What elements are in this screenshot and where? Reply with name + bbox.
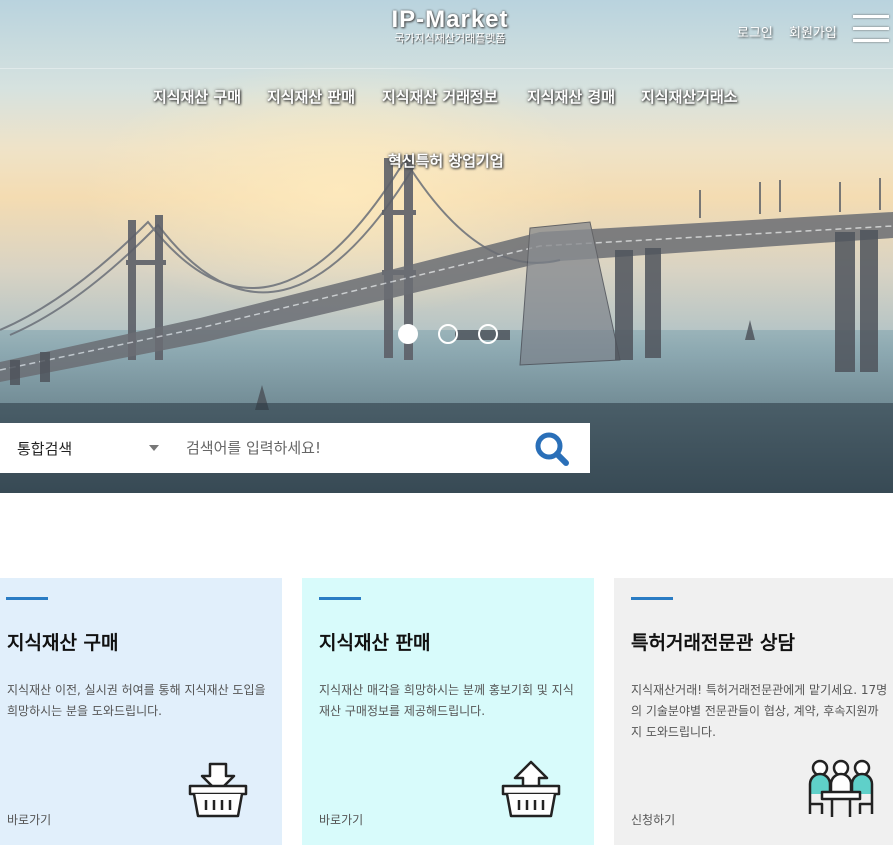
chevron-down-icon (149, 445, 159, 451)
slider-dot-1[interactable] (398, 324, 418, 344)
slider-dot-3[interactable] (478, 324, 498, 344)
basket-download-icon (188, 762, 248, 818)
menu-bar (853, 15, 889, 18)
nav-ip-auction[interactable]: 지식재산 경매 (527, 86, 615, 107)
search-category-label: 통합검색 (17, 440, 73, 458)
search-button[interactable] (532, 430, 572, 468)
search-input[interactable] (186, 435, 516, 461)
hero-banner: IP-Market 국가지식재산거래플랫폼 로그인 회원가입 지식재산 구매 지… (0, 0, 893, 493)
card-title: 특허거래전문관 상담 (631, 632, 795, 654)
card-accent-bar (631, 597, 673, 600)
search-bar: 통합검색 (0, 423, 590, 473)
nav-ip-purchase[interactable]: 지식재산 구매 (153, 86, 241, 107)
card-description: 지식재산거래! 특허거래전문관에게 맡기세요. 17명의 기술분야별 전문관들이… (631, 683, 888, 739)
menu-bar (853, 27, 889, 30)
hamburger-menu-icon[interactable] (853, 15, 889, 49)
menu-bar (853, 39, 889, 42)
slider-dot-2[interactable] (438, 324, 458, 344)
card-title: 지식재산 판매 (319, 632, 431, 654)
nav-innovative-startups[interactable]: 혁신특허 창업기업 (388, 150, 504, 171)
card-ip-sale[interactable]: 지식재산 판매 지식재산 매각을 희망하시는 분께 홍보기회 및 지식재산 구매… (302, 578, 594, 845)
consultation-people-icon (808, 759, 874, 817)
search-icon (535, 432, 569, 466)
card-link-apply[interactable]: 신청하기 (631, 811, 675, 828)
logo-title: IP-Market (391, 6, 509, 33)
card-accent-bar (319, 597, 361, 600)
card-ip-purchase[interactable]: 지식재산 구매 지식재산 이전, 실시권 허여를 통해 지식재산 도입을 희망하… (0, 578, 282, 845)
nav-ip-exchange[interactable]: 지식재산거래소 (641, 86, 738, 107)
card-description: 지식재산 이전, 실시권 허여를 통해 지식재산 도입을 희망하시는 분을 도와… (7, 683, 266, 718)
nav-ip-sale[interactable]: 지식재산 판매 (267, 86, 355, 107)
card-description: 지식재산 매각을 희망하시는 분께 홍보기회 및 지식재산 구매정보를 제공해드… (319, 683, 574, 718)
site-logo[interactable]: IP-Market 국가지식재산거래플랫폼 (380, 6, 520, 46)
header-divider (0, 68, 893, 69)
card-patent-consultation[interactable]: 특허거래전문관 상담 지식재산거래! 특허거래전문관에게 맡기세요. 17명의 … (614, 578, 893, 845)
card-accent-bar (6, 597, 48, 600)
signup-link[interactable]: 회원가입 (789, 22, 837, 41)
logo-subtitle: 국가지식재산거래플랫폼 (394, 32, 506, 45)
nav-ip-trade-info[interactable]: 지식재산 거래정보 (382, 86, 498, 107)
basket-upload-icon (501, 760, 561, 818)
search-category-select[interactable]: 통합검색 (0, 423, 172, 473)
card-link-go[interactable]: 바로가기 (319, 811, 363, 828)
card-link-go[interactable]: 바로가기 (7, 811, 51, 828)
login-link[interactable]: 로그인 (737, 22, 773, 41)
card-title: 지식재산 구매 (7, 632, 119, 654)
